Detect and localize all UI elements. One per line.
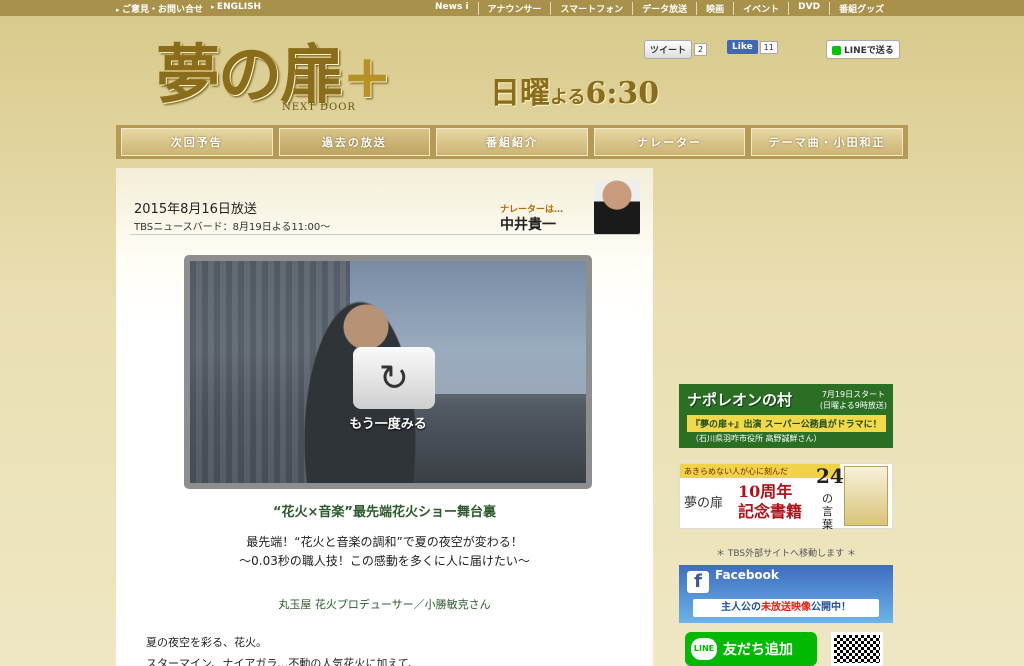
body-paragraph-2: スターマイン、ナイアガラ…不動の人気花火に加えて、 bbox=[146, 657, 420, 666]
line-friend-add-button[interactable]: LINE 友だち追加 bbox=[685, 632, 817, 666]
book-cover-image bbox=[844, 466, 888, 526]
narrator-name: 中井貴一 bbox=[500, 217, 556, 233]
line-icon bbox=[832, 46, 841, 55]
book-number: 24 bbox=[816, 464, 844, 488]
episode-subtitle-1: 最先端！“花火と音楽の調和”で夏の夜空が変わる！ bbox=[246, 535, 523, 549]
book-anniversary: 10周年 記念書籍 bbox=[738, 482, 803, 521]
video-player[interactable]: ↻ もう一度みる bbox=[184, 255, 592, 489]
guest-credit: 丸玉屋 花火プロデューサー／小勝敏克さん bbox=[278, 598, 491, 611]
tab-past-broadcasts[interactable]: 過去の放送 bbox=[278, 128, 431, 156]
tweet-share: ツイート 2 bbox=[644, 40, 708, 59]
like-count: 11 bbox=[759, 40, 778, 54]
anniversary-book-banner[interactable]: あきらめない人が心に刻んだ 24 夢の扉 10周年 記念書籍 の言葉 bbox=[679, 463, 893, 531]
main-nav: 次回予告 過去の放送 番組紹介 ナレーター テーマ曲・小田和正 bbox=[116, 125, 908, 159]
site-header: 夢の扉+ NEXT DOOR 日曜よる6:30 ツイート 2 Like 11 L… bbox=[116, 16, 908, 126]
facebook-like: Like 11 bbox=[727, 40, 778, 54]
nav-link-announcer[interactable]: アナウンサー bbox=[477, 2, 551, 15]
facebook-promo: 主人公の未放送映像公開中！ bbox=[693, 599, 879, 617]
napoleon-person: （石川県羽咋市役所 高野誠鮮さん） bbox=[691, 434, 822, 443]
line-share-button[interactable]: LINEで送る bbox=[826, 40, 900, 59]
facebook-banner[interactable]: f Facebook 主人公の未放送映像公開中！ bbox=[679, 565, 893, 623]
replay-icon: ↻ bbox=[378, 357, 410, 399]
top-utility-bar: ご意見・お問い合せ ENGLISH News i アナウンサー スマートフォン … bbox=[0, 0, 1024, 16]
nav-link-news[interactable]: News i bbox=[426, 2, 478, 15]
tab-narrator[interactable]: ナレーター bbox=[593, 128, 746, 156]
qr-code bbox=[831, 632, 883, 666]
broadcast-date: 2015年8月16日放送 bbox=[134, 202, 257, 217]
divider bbox=[130, 234, 640, 235]
episode-title: “花火×音楽”最先端花火ショー舞台裏 bbox=[273, 505, 496, 520]
narrator-photo bbox=[594, 180, 640, 234]
nav-link-data-broadcast[interactable]: データ放送 bbox=[632, 2, 696, 15]
facebook-like-button[interactable]: Like bbox=[727, 40, 758, 54]
facebook-title: Facebook bbox=[715, 568, 779, 582]
narrator-badge[interactable]: ナレーターは… 中井貴一 bbox=[498, 178, 642, 236]
book-logo: 夢の扉 bbox=[684, 496, 724, 511]
book-words: の言葉 bbox=[822, 492, 833, 531]
tweet-count: 2 bbox=[694, 43, 708, 56]
tab-theme-song[interactable]: テーマ曲・小田和正 bbox=[751, 128, 903, 156]
replay-label[interactable]: もう一度みる bbox=[190, 413, 586, 432]
line-friend-label: 友だち追加 bbox=[723, 642, 793, 658]
line-share: LINEで送る bbox=[826, 40, 900, 59]
body-paragraph-1: 夏の夜空を彩る、花火。 bbox=[146, 636, 267, 649]
video-frame: ↻ もう一度みる bbox=[190, 261, 586, 483]
airtime: 日曜よる6:30 bbox=[490, 76, 660, 111]
contact-link[interactable]: ご意見・お問い合せ bbox=[116, 2, 203, 15]
episode-subtitle-2: ～0.03秒の職人技！この感動を多くに人に届けたい～ bbox=[239, 554, 530, 568]
episode-panel: 2015年8月16日放送 TBSニュースバード：8月19日よる11:00～ ナレ… bbox=[116, 168, 653, 666]
tab-program-intro[interactable]: 番組紹介 bbox=[436, 128, 588, 156]
napoleon-title: ナポレオンの村 bbox=[687, 391, 793, 409]
tweet-button[interactable]: ツイート bbox=[644, 40, 693, 59]
napoleon-tagline: 『夢の扉+』出演 スーパー公務員がドラマに！ bbox=[687, 415, 886, 432]
logo-subtitle: NEXT DOOR bbox=[282, 102, 356, 113]
nav-link-movie[interactable]: 映画 bbox=[696, 2, 733, 15]
napoleon-schedule: 7月19日スタート (日曜よる9時放送) bbox=[819, 390, 887, 410]
napoleon-village-banner[interactable]: ナポレオンの村 7月19日スタート (日曜よる9時放送) 『夢の扉+』出演 スーパ… bbox=[679, 384, 893, 448]
line-logo-icon: LINE bbox=[691, 638, 717, 660]
nav-link-smartphone[interactable]: スマートフォン bbox=[550, 2, 632, 15]
tab-next-preview[interactable]: 次回予告 bbox=[121, 128, 273, 156]
facebook-icon: f bbox=[687, 571, 709, 593]
external-site-note: ＊ TBS外部サイトへ移動します ＊ bbox=[716, 549, 856, 559]
nav-link-dvd[interactable]: DVD bbox=[788, 2, 829, 15]
rebroadcast-info: TBSニュースバード：8月19日よる11:00～ bbox=[134, 222, 331, 233]
replay-button[interactable]: ↻ bbox=[353, 347, 435, 409]
nav-link-goods[interactable]: 番組グッズ bbox=[829, 2, 893, 15]
english-link[interactable]: ENGLISH bbox=[211, 2, 261, 15]
nav-link-event[interactable]: イベント bbox=[733, 2, 788, 15]
